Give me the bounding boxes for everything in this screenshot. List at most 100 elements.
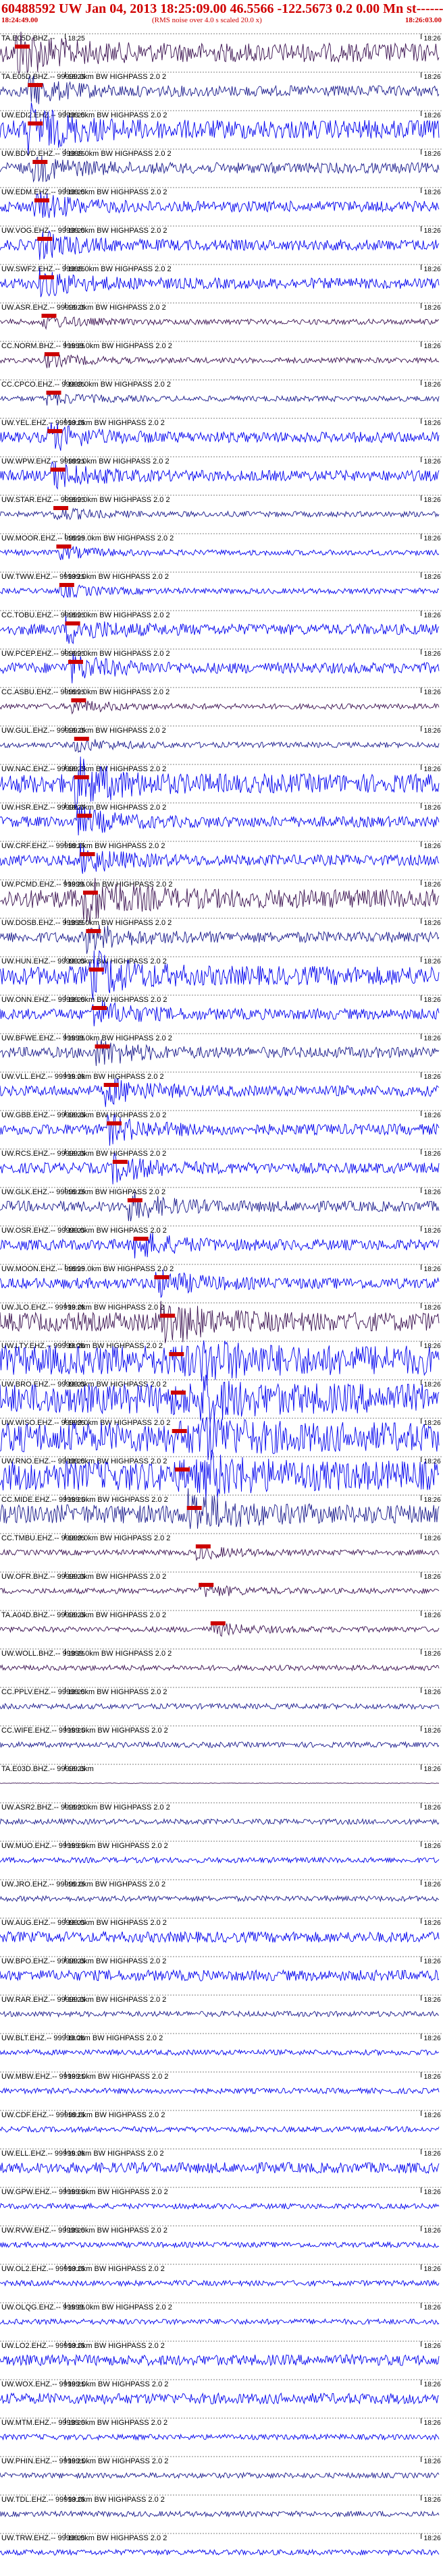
pick-marker xyxy=(38,275,54,279)
minute-tick-label: 18:26 xyxy=(424,2035,441,2042)
minute-tick-label: 18:26 xyxy=(424,1689,441,1696)
trace-label: UW.MOOR.EHZ.-- 99999.0km BW HIGHPASS 2.0… xyxy=(1,534,174,542)
pick-marker xyxy=(195,1544,211,1548)
trace-label: UW.EDI2.EHZ.-- 99999.0km BW HIGHPASS 2.0… xyxy=(1,111,167,119)
pick-marker xyxy=(37,237,53,241)
minute-tick-label: 18:26 xyxy=(424,2458,441,2465)
minute-tick-label: 18:26 xyxy=(424,420,441,427)
minute-tick-label: 18:26 xyxy=(424,2343,441,2350)
pick-marker xyxy=(169,1352,184,1356)
pick-marker xyxy=(28,121,43,125)
minute-tick-label: 18:26 xyxy=(424,1458,441,1465)
minute-tick-label: 18:26 xyxy=(424,1304,441,1312)
minute-tick-label: 18:26 xyxy=(424,1958,441,1965)
minute-tick-label: 18:26 xyxy=(424,1650,441,1658)
minute-tick-label: 18:26 xyxy=(424,2112,441,2119)
minute-tick-label: 18:26 xyxy=(424,1920,441,1927)
minute-tick-label: 18:26 xyxy=(424,1420,441,1427)
start-time: 18:24:49.00 xyxy=(1,16,38,24)
pick-marker xyxy=(133,1237,149,1241)
trace-label: UW.MTM.EHZ.-- 99999.0km BW HIGHPASS 2.0 … xyxy=(1,2419,167,2427)
minute-tick-label: 18:26 xyxy=(424,1535,441,1542)
minute-tick-label: 18:26 xyxy=(424,35,441,43)
trace-label: UW.RAR.EHZ.-- 99999.0km BW HIGHPASS 2.0 … xyxy=(1,1996,166,2004)
pick-marker xyxy=(65,621,80,625)
pick-marker xyxy=(46,391,61,395)
trace-label: UW.BRO.EHZ.-- 99999.0km BW HIGHPASS 2.0 … xyxy=(1,1380,167,1389)
trace-label: UW.LO2.EHZ.-- 99999.0km BW HIGHPASS 2.0 … xyxy=(1,2342,165,2350)
trace-label: UW.ELL.EHZ.-- 99999.0km BW HIGHPASS 2.0 … xyxy=(1,2150,164,2158)
minute-tick-label: 18:26 xyxy=(424,1266,441,1273)
minute-tick-label: 18:26 xyxy=(424,1843,441,1850)
trace-label: UW.BFWE.EHZ.-- 99999.0km BW HIGHPASS 2.0… xyxy=(1,1034,172,1042)
trace-label: UW.YEL.EHZ.-- 99999.0km BW HIGHPASS 2.0 … xyxy=(1,419,165,427)
trace-label: UW.VOG.EHZ.-- 99999.0km BW HIGHPASS 2.0 … xyxy=(1,227,167,235)
trace-label: UW.WOX.EHZ.-- 99999.0km BW HIGHPASS 2.0 … xyxy=(1,2380,168,2388)
trace-label: UW.TRW.EHZ.-- 99999.0km BW HIGHPASS 2.0 … xyxy=(1,2534,167,2542)
minute-tick-label: 18:26 xyxy=(424,1150,441,1158)
pick-marker xyxy=(74,737,89,741)
trace-label: UW.ASR2.BHZ.-- 99999.0km BW HIGHPASS 2.0… xyxy=(1,1803,170,1812)
trace-label: UW.PCEP.EHZ.-- 99999.0km BW HIGHPASS 2.0… xyxy=(1,650,170,658)
pick-marker xyxy=(56,544,72,549)
pick-marker xyxy=(44,352,59,356)
minute-tick-label: 18:26 xyxy=(424,2227,441,2235)
trace-label: UW.DOSB.EHZ.-- 99999.0km BW HIGHPASS 2.0… xyxy=(1,919,172,927)
minute-tick-label: 18:26 xyxy=(424,689,441,696)
minute-tick-label: 18:26 xyxy=(424,1035,441,1042)
trace-label: CC.TOBU.EHZ.-- 99999.0km BW HIGHPASS 2.0… xyxy=(1,611,170,619)
minute-tick-label: 18:26 xyxy=(424,1073,441,1081)
minute-tick-label: 18:26 xyxy=(424,1343,441,1350)
trace-label: UW.PCMD.EHZ.-- 99999.0km BW HIGHPASS 2.0… xyxy=(1,880,172,889)
trace-label: CC.MIDE.EHZ.-- 99999.0km BW HIGHPASS 2.0… xyxy=(1,1496,168,1504)
trace-label: UW.GUL.EHZ.-- 99999.0km BW HIGHPASS 2.0 … xyxy=(1,727,166,735)
trace-label: UW.JRO.EHZ.-- 99999.0km BW HIGHPASS 2.0 … xyxy=(1,1880,165,1888)
trace-label: CC.CPCO.EHZ.-- 99999.0km BW HIGHPASS 2.0… xyxy=(1,381,171,389)
pick-marker xyxy=(32,160,48,164)
trace-label: UW.AUG.EHZ.-- 99999.0km BW HIGHPASS 2.0 … xyxy=(1,1919,167,1927)
trace-label: CC.ASBU.EHZ.-- 99999.0km BW HIGHPASS 2.0… xyxy=(1,688,170,696)
pick-marker xyxy=(28,83,43,87)
minute-tick-label: 18:26 xyxy=(424,535,441,542)
pick-marker xyxy=(95,1044,110,1048)
trace-label: UW.EDM.EHZ.-- 99999.0km BW HIGHPASS 2.0 … xyxy=(1,188,167,196)
minute-tick-label: 18:26 xyxy=(424,1804,441,1812)
minute-tick-label: 18:26 xyxy=(424,650,441,658)
trace-label: UW.NAC.EHZ.-- 99999.0km BW HIGHPASS 2.0 … xyxy=(1,765,166,773)
trace-label: UW.BLT.EHZ.-- 99999.0km BW HIGHPASS 2.0 … xyxy=(1,2034,163,2042)
minute-tick-label: 18:26 xyxy=(424,150,441,158)
trace-label: UW.OL2.EHZ.-- 99999.0km BW HIGHPASS 2.0 … xyxy=(1,2265,165,2273)
pick-marker xyxy=(103,1083,119,1087)
minute-tick-label: 18:26 xyxy=(424,1612,441,1619)
trace-label: UW.CDF.EHZ.-- 99999.0km BW HIGHPASS 2.0 … xyxy=(1,2111,165,2119)
minute-tick-label: 18:26 xyxy=(424,2266,441,2273)
minute-tick-label: 18:26 xyxy=(424,573,441,581)
pick-marker xyxy=(14,45,30,49)
minute-tick-label: 18:26 xyxy=(424,112,441,119)
minute-tick-label: 18:26 xyxy=(424,497,441,504)
event-title: 60488592 UW Jan 04, 2013 18:25:09.00 46.… xyxy=(1,1,443,16)
pick-marker xyxy=(88,968,104,972)
trace-label: UW.JLO.EHZ.-- 99999.0km BW HIGHPASS 2.0 … xyxy=(1,1304,164,1312)
trace-label: UW.HUN.EHZ.-- 99999.0km BW HIGHPASS 2.0 … xyxy=(1,957,167,965)
pick-marker xyxy=(82,891,98,895)
seismogram-page: 60488592 UW Jan 04, 2013 18:25:09.00 46.… xyxy=(0,0,443,2576)
pick-marker xyxy=(86,929,101,933)
trace-label: UW.GBB.EHZ.-- 99999.0km BW HIGHPASS 2.0 … xyxy=(1,1111,166,1119)
pick-marker xyxy=(210,1621,226,1625)
noise-note: (RMS noise over 4.0 s scaled 20.0 x) xyxy=(152,16,262,24)
minute-tick-label: 18:26 xyxy=(424,2150,441,2158)
minute-tick-label: 18:26 xyxy=(424,920,441,927)
trace-label: UW.ASR.EHZ.-- 99999.0km BW HIGHPASS 2.0 … xyxy=(1,304,166,312)
minute-tick-label: 18:26 xyxy=(424,2535,441,2542)
minute-tick-label: 18:26 xyxy=(424,612,441,619)
trace-label: CC.TMBU.EHZ.-- 99999.0km BW HIGHPASS 2.0… xyxy=(1,1534,170,1542)
minute-tick-label: 18:26 xyxy=(424,1112,441,1119)
pick-marker xyxy=(172,1429,187,1433)
pick-marker xyxy=(170,1391,186,1395)
pick-marker xyxy=(92,1006,107,1010)
minute-tick-label: 18:26 xyxy=(424,2496,441,2504)
trace-label: TA.E05D.BHZ.-- 99999.0km BW HIGHPASS 2.0… xyxy=(1,73,166,81)
end-time: 18:26:03.00 xyxy=(405,16,442,24)
minute-tick-label: 18:26 xyxy=(424,2304,441,2312)
